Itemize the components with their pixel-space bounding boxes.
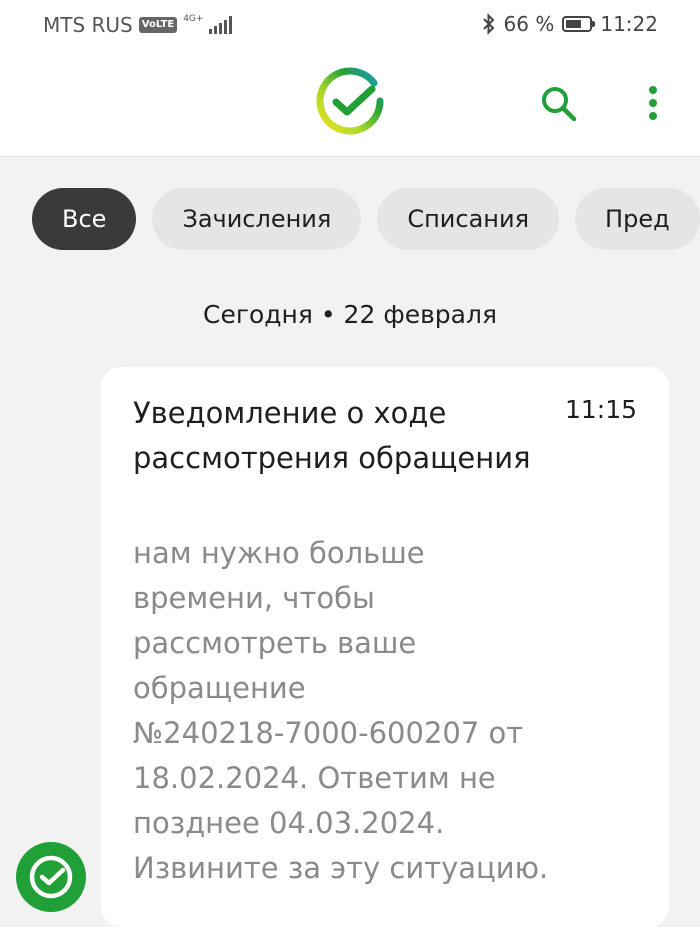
message-title: Уведомление о ходе рассмотрения обращени… xyxy=(133,396,531,475)
clock: 11:22 xyxy=(600,12,658,36)
status-left: MTS RUS VoLTE 4G+ xyxy=(43,13,233,37)
chip-offers[interactable]: Пред xyxy=(575,188,700,250)
battery-icon xyxy=(562,16,596,32)
sber-logo[interactable] xyxy=(314,67,386,139)
chip-income[interactable]: Зачисления xyxy=(152,188,362,250)
filter-chips: Все Зачисления Списания Пред xyxy=(32,188,700,250)
status-right: 66 % 11:22 xyxy=(482,12,658,36)
network-type: 4G+ xyxy=(183,14,204,24)
battery-percent: 66 % xyxy=(503,12,555,36)
chip-all[interactable]: Все xyxy=(32,188,137,250)
date-header: Сегодня • 22 февраля xyxy=(202,300,498,329)
message-body: нам нужно больше времени, чтобы рассмотр… xyxy=(133,536,549,885)
status-bar: MTS RUS VoLTE 4G+ 66 % 11:22 xyxy=(0,0,700,50)
search-icon[interactable] xyxy=(540,85,578,123)
message-time: 11:15 xyxy=(564,395,637,424)
sender-avatar xyxy=(16,842,86,912)
sber-logo-icon xyxy=(29,855,73,899)
bluetooth-icon xyxy=(482,13,494,35)
carrier-name: MTS RUS xyxy=(43,13,133,37)
more-vert-icon[interactable] xyxy=(640,85,666,123)
signal-icon xyxy=(209,16,233,34)
message-card[interactable]: Уведомление о ходе рассмотрения обращени… xyxy=(101,367,669,927)
chip-expenses[interactable]: Списания xyxy=(377,188,560,250)
volte-badge: VoLTE xyxy=(138,17,178,33)
app-header xyxy=(0,50,700,157)
